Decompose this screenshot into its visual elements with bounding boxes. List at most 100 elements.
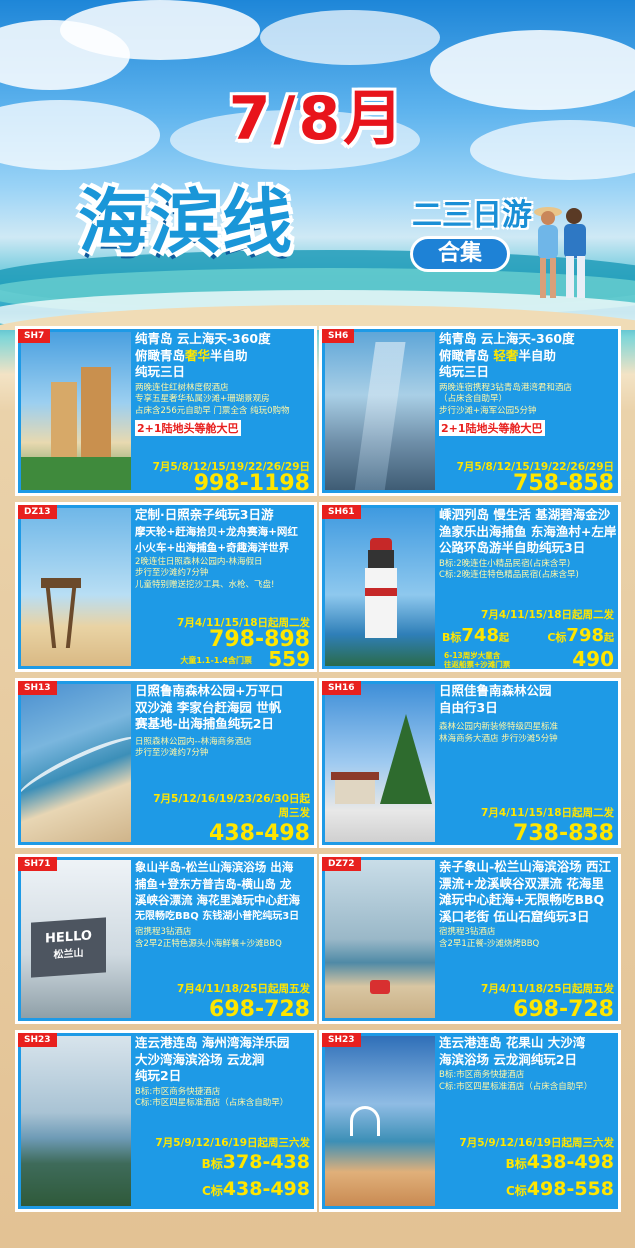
tour-card[interactable]: SH6 纯青岛 云上海天-360度 俯瞰青岛 轻奢半自助 纯玩三日 两晚连宿携程… [319, 326, 621, 496]
tour-title-highlight: 轻奢 [493, 347, 519, 363]
b-price: 378-438 [222, 1151, 310, 1173]
tour-desc: B标:市区商务快捷酒店 [439, 1070, 525, 1080]
tour-title: 半自助 [210, 347, 248, 363]
tour-title: 俯瞰青岛 [135, 347, 186, 363]
tour-title: 摩天轮+赶海拾贝+龙舟赛海+网红 [135, 525, 298, 538]
c-price-group: C标498-558 [506, 1178, 614, 1200]
tour-title: 半自助 [518, 347, 556, 363]
b-price-group: B标438-498 [506, 1151, 614, 1173]
c-price: 438-498 [222, 1178, 310, 1200]
tour-desc: 2晚连住日照森林公园内-林海假日 [135, 556, 263, 567]
tour-title: 无限畅吃BBQ 东钱湖小普陀纯玩3日 [135, 910, 300, 922]
tour-card[interactable]: DZ13 定制·日照亲子纯玩3日游 摩天轮+赶海拾贝+龙舟赛海+网红 小火车+出… [15, 502, 317, 672]
b-label: B标 [505, 1157, 527, 1171]
tour-photo [325, 1036, 435, 1206]
departure-dates: 7月5/9/12/16/19日起周三六发 [155, 1137, 310, 1149]
tour-title: 溪峡谷漂流 海花里滩玩中心赶海 [135, 893, 301, 907]
tour-title: 纯青岛 云上海天-360度 [135, 331, 271, 346]
child-label: 大童1.1-1.4含门票 [180, 656, 252, 665]
child-price: 490 [572, 647, 614, 671]
tour-title: 大沙湾海滨浴场 云龙涧 [135, 1051, 265, 1067]
tour-title: 小火车+出海捕鱼+奇趣海洋世界 [135, 542, 290, 554]
tour-title: 纯玩2日 [135, 1068, 182, 1083]
tour-title: 象山半岛-松兰山海滨浴场 出海 [135, 860, 294, 874]
tour-photo [325, 684, 435, 842]
b-price-group: B标748起 [442, 625, 509, 646]
child-label-line: 6-13周岁大童含 [444, 651, 501, 660]
tour-photo [325, 332, 435, 490]
tour-desc: 两晚连住红树林度假酒店 [135, 382, 229, 393]
departure-dates: 7月5/9/12/16/19日起周三六发 [459, 1137, 614, 1149]
departure-dates: 7月4/11/15/18日起周二发 [481, 609, 614, 621]
tour-title: 亲子象山-松兰山海滨浴场 西江 [439, 859, 612, 874]
departure-dates: 7月5/12/16/19/23/26/30日起 [153, 793, 310, 805]
c-label: C标 [201, 1184, 223, 1198]
tour-title: 纯青岛 云上海天-360度 [439, 331, 575, 346]
tour-desc: 两晚连宿携程3钻青岛港湾君和酒店 [439, 382, 572, 393]
tour-title: 俯瞰青岛 [439, 347, 494, 363]
tour-title: 公路环岛游半自助纯玩3日 [439, 540, 586, 555]
tour-card[interactable]: SH61 嵊泗列岛 慢生活 基湖碧海金沙 渔家乐出海捕鱼 东海渔村+左岸 公路环… [319, 502, 621, 672]
tour-title: 海滨浴场 云龙涧纯玩2日 [439, 1051, 578, 1067]
tour-desc: 专享五星奢华私属沙滩+珊瑚景观房 [135, 394, 270, 404]
tour-photo [21, 332, 131, 490]
tour-desc: C标:2晚连住特色精品民宿(占床含早) [439, 570, 579, 580]
departure-dates: 7月4/11/18/25日起周五发 [177, 983, 310, 995]
tour-card[interactable]: SH13 日照鲁南森林公园+万平口 双沙滩 李家台赶海园 世帆 赛基地-出海捕鱼… [15, 678, 317, 848]
tour-title: 纯玩三日 [135, 364, 186, 379]
b-label: B标 [201, 1157, 223, 1171]
tour-title: 捕鱼+登东方普吉岛-横山岛 龙 [135, 876, 292, 891]
c-price: 498-558 [526, 1178, 614, 1200]
bus-badge: 2+1陆地头等舱大巴 [439, 420, 545, 436]
tour-card[interactable]: SH16 日照佳鲁南森林公园 自由行3日 森林公园内新装修特级四星标准 林海商务… [319, 678, 621, 848]
tour-title: 自由行3日 [439, 699, 498, 715]
price: 738-838 [513, 821, 614, 846]
tour-desc: 步行至沙滩约7分钟 [135, 748, 209, 758]
tour-desc: 宿携程3钻酒店 [439, 927, 496, 937]
subtitle: 二三日游 [412, 198, 532, 233]
tour-desc: 日照森林公园内--林海商务酒店 [135, 736, 252, 747]
c-label: C标 [505, 1184, 527, 1198]
child-label: 6-13周岁大童含 往返船票+沙滩门票 [444, 651, 510, 669]
tour-card[interactable]: SH7 纯青岛 云上海天-360度 俯瞰青岛奢华半自助 纯玩三日 两晚连住红树林… [15, 326, 317, 496]
tour-card[interactable]: SH23 连云港连岛 花果山 大沙湾 海滨浴场 云龙涧纯玩2日 B标:市区商务快… [319, 1030, 621, 1212]
product-code: SH7 [18, 329, 51, 343]
c-suffix: 起 [604, 633, 614, 644]
tour-title: 定制·日照亲子纯玩3日游 [135, 507, 274, 522]
tour-card[interactable]: DZ72 亲子象山-松兰山海滨浴场 西江 漂流+龙溪峡谷双漂流 花海里 滩玩中心… [319, 854, 621, 1024]
collection-pill: 合集 [410, 236, 510, 272]
b-suffix: 起 [498, 633, 509, 644]
departure-dates: 7月4/11/15/18日起周二发 [481, 807, 614, 819]
tour-desc: 含2早1正餐-沙滩烧烤BBQ [439, 938, 540, 949]
tour-photo: HELLO 松兰山 [21, 860, 131, 1018]
tour-photo [325, 508, 435, 666]
departure-weekday: 周三发 [278, 807, 311, 819]
tour-title: 溪口老街 伍山石窟纯玩3日 [439, 908, 590, 924]
tour-title-highlight: 奢华 [185, 347, 211, 363]
tour-card[interactable]: SH71 HELLO 松兰山 象山半岛-松兰山海滨浴场 出海 捕鱼+登东方普吉岛… [15, 854, 317, 1024]
c-price-group: C标798起 [547, 625, 614, 646]
tour-title: 漂流+龙溪峡谷双漂流 花海里 [439, 875, 604, 891]
price: 438-498 [209, 821, 310, 846]
tour-photo [325, 860, 435, 1018]
c-label: C标 [547, 631, 567, 644]
child-label-line: 往返船票+沙滩门票 [444, 660, 511, 669]
tour-title: 渔家乐出海捕鱼 东海渔村+左岸 [439, 523, 617, 539]
product-code: SH23 [322, 1033, 361, 1047]
product-code: SH61 [322, 505, 361, 519]
product-code: SH23 [18, 1033, 57, 1047]
b-price-group: B标378-438 [202, 1151, 310, 1173]
tour-title: 纯玩三日 [439, 364, 490, 379]
b-label: B标 [442, 631, 462, 644]
tour-photo [21, 1036, 131, 1206]
tour-title: 嵊泗列岛 慢生活 基湖碧海金沙 [439, 507, 611, 522]
couple-illustration [534, 207, 586, 298]
c-price: 798 [566, 625, 604, 646]
tour-card[interactable]: SH23 连云港连岛 海州湾海洋乐园 大沙湾海滨浴场 云龙涧 纯玩2日 B标:市… [15, 1030, 317, 1212]
month-title: 7/8月 [228, 84, 407, 154]
bus-badge: 2+1陆地头等舱大巴 [135, 420, 241, 436]
tour-desc: 占床含256元自助早 门票全含 纯玩0购物 [135, 405, 290, 416]
tour-desc: 步行至沙滩约7分钟 [135, 568, 209, 578]
tour-desc: 林海商务大酒店 步行沙滩5分钟 [439, 733, 558, 744]
tour-title: 滩玩中心赶海+无限畅吃BBQ [439, 892, 605, 907]
